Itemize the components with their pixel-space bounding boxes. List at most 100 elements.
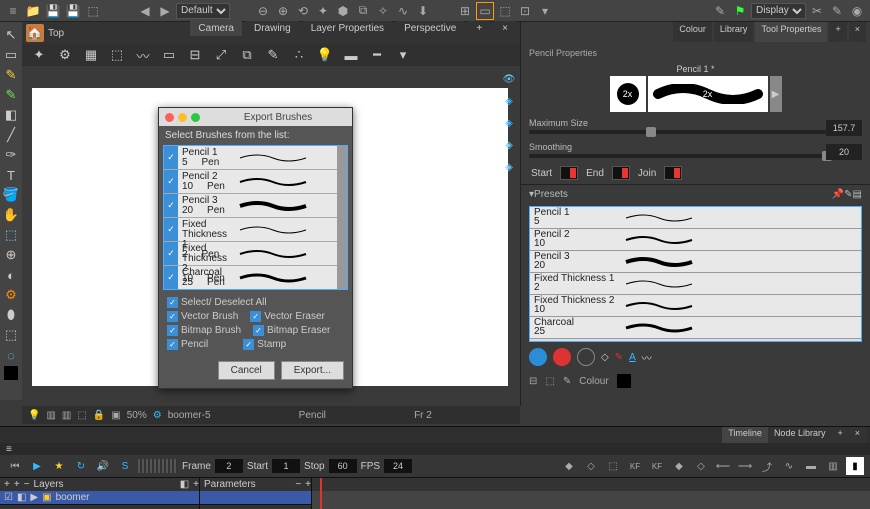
close-tab-icon[interactable]: × — [849, 22, 866, 42]
text-tool[interactable]: T — [2, 166, 20, 184]
checkbox[interactable]: ✓ — [250, 311, 261, 322]
kf-icon[interactable]: ◆ — [560, 457, 578, 475]
layer-icon[interactable]: ◈ — [500, 92, 518, 110]
preset-item[interactable]: Fixed Thickness 12 — [530, 273, 861, 295]
scrubber[interactable] — [138, 459, 178, 473]
tab-tool-props[interactable]: Tool Properties — [755, 22, 827, 42]
shape-circle-icon[interactable] — [553, 348, 571, 366]
icon[interactable]: − — [295, 479, 301, 490]
shape-icon[interactable] — [577, 348, 595, 366]
cut-icon[interactable]: ✂ — [808, 2, 826, 20]
add-tab-icon[interactable]: + — [468, 21, 490, 36]
icon[interactable]: ⧉ — [354, 2, 372, 20]
start-cap[interactable] — [560, 166, 578, 180]
tool[interactable]: ⬚ — [2, 226, 20, 244]
icon[interactable]: ✎ — [563, 376, 571, 387]
tool[interactable]: ⬮ — [2, 306, 20, 324]
pin-icon[interactable]: 📌 — [832, 189, 844, 200]
brush-icon[interactable]: ✎ — [264, 46, 282, 64]
icon[interactable]: ⊟ — [529, 376, 537, 387]
reset-icon[interactable]: ⟲ — [294, 2, 312, 20]
tool-icon[interactable]: ⬚ — [84, 2, 102, 20]
kf-icon[interactable]: KF — [626, 457, 644, 475]
eraser-tool[interactable]: ◧ — [2, 106, 20, 124]
end-cap[interactable] — [612, 166, 630, 180]
brush-list-item[interactable]: ✓Fixed Thickness 12 Pen — [164, 218, 347, 242]
icon[interactable]: ━ — [368, 46, 386, 64]
kf-icon[interactable]: ⬚ — [604, 457, 622, 475]
layer-icon[interactable]: ◈ — [500, 114, 518, 132]
icon[interactable]: ∿ — [394, 2, 412, 20]
tab-library[interactable]: Library — [714, 22, 754, 42]
add-icon[interactable]: + — [193, 479, 199, 490]
checkbox[interactable]: ✓ — [164, 242, 178, 265]
icon[interactable]: ▭ — [476, 2, 494, 20]
brush-list-item[interactable]: ✓Charcoal25 Pen — [164, 266, 347, 290]
tab-colour[interactable]: Colour — [673, 22, 712, 42]
icon[interactable]: 〰 — [134, 46, 152, 64]
max-size-value[interactable]: 157.7 — [826, 120, 862, 136]
icon[interactable]: ⊡ — [516, 2, 534, 20]
preset-item[interactable]: Pencil 210 — [530, 229, 861, 251]
preset-item[interactable]: Charcoal25 — [530, 317, 861, 339]
icon[interactable]: ⬚ — [496, 2, 514, 20]
smoothing-slider[interactable] — [529, 154, 862, 158]
icon[interactable]: ◧ — [180, 479, 189, 490]
icon[interactable]: ⧉ — [238, 46, 256, 64]
pencil-tool[interactable]: ✎ — [2, 66, 20, 84]
checkbox[interactable]: ✓ — [164, 218, 178, 241]
kf-icon[interactable]: ◆ — [670, 457, 688, 475]
param-row[interactable] — [200, 491, 311, 505]
tool[interactable]: ◐ — [2, 266, 20, 284]
menu-icon[interactable]: ≡ — [6, 444, 12, 455]
minimize-icon[interactable] — [178, 113, 187, 122]
fps-field[interactable]: 24 — [384, 459, 412, 473]
preset-item[interactable]: Pencil 15 — [530, 207, 861, 229]
flag-icon[interactable]: ⚑ — [731, 2, 749, 20]
kf-icon[interactable]: ▮ — [846, 457, 864, 475]
shape-icon[interactable]: ◇ — [601, 352, 609, 363]
icon[interactable]: ⬇ — [414, 2, 432, 20]
cancel-button[interactable]: Cancel — [218, 361, 275, 380]
layer-icon[interactable]: ◈ — [500, 136, 518, 154]
add-layer-icon[interactable]: + — [4, 479, 10, 490]
lock-icon[interactable]: 🔒 — [93, 410, 105, 421]
icon[interactable]: ⬚ — [77, 410, 86, 421]
layer-icon[interactable]: ◈ — [500, 158, 518, 176]
scrollbar[interactable] — [337, 146, 347, 289]
icon[interactable]: ⬢ — [334, 2, 352, 20]
brush-tool[interactable]: ✎ — [2, 86, 20, 104]
checkbox[interactable]: ✓ — [167, 339, 178, 350]
tab-drawing[interactable]: Drawing — [246, 21, 299, 36]
maximize-icon[interactable] — [191, 113, 200, 122]
icon[interactable]: ✧ — [374, 2, 392, 20]
checkbox[interactable]: ☑ — [4, 492, 13, 503]
display-select[interactable]: Display — [751, 3, 806, 19]
tab-layer-props[interactable]: Layer Properties — [303, 21, 392, 36]
timeline-ruler[interactable] — [312, 478, 870, 492]
s-icon[interactable]: S — [116, 457, 134, 475]
colour-swatch[interactable] — [617, 374, 631, 388]
select-tool[interactable]: ↖ — [2, 26, 20, 44]
menu-icon[interactable]: ▤ — [853, 189, 862, 200]
add-tab-icon[interactable]: + — [829, 22, 846, 42]
kf-icon[interactable]: ⤴ — [758, 457, 776, 475]
icon[interactable]: + — [305, 479, 311, 490]
stop-field[interactable]: 60 — [329, 459, 357, 473]
checkbox[interactable]: ✓ — [243, 339, 254, 350]
grid-icon[interactable]: ▦ — [82, 46, 100, 64]
kf-icon[interactable]: ▬ — [802, 457, 820, 475]
checkbox[interactable]: ✓ — [164, 170, 178, 193]
icon[interactable]: ✦ — [30, 46, 48, 64]
color-swatch[interactable] — [4, 366, 18, 380]
rect-tool[interactable]: ▭ — [2, 46, 20, 64]
next-preview-icon[interactable]: ▶ — [770, 76, 782, 112]
bulb-icon[interactable]: 💡 — [28, 410, 40, 421]
kf-icon[interactable]: ∿ — [780, 457, 798, 475]
kf-icon[interactable]: ◇ — [582, 457, 600, 475]
icon[interactable]: ⬚ — [545, 376, 554, 387]
first-frame-icon[interactable]: ⏮ — [6, 457, 24, 475]
start-field[interactable]: 1 — [272, 459, 300, 473]
home-icon[interactable]: 🏠 — [26, 24, 44, 42]
preview-small[interactable]: 2x — [610, 76, 646, 112]
